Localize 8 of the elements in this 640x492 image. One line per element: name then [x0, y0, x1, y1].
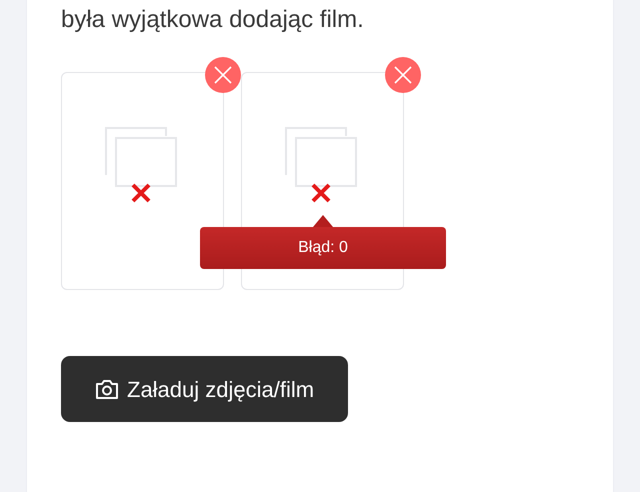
remove-button[interactable] [205, 57, 241, 93]
error-tooltip: Błąd: 0 [200, 215, 446, 269]
upload-button[interactable]: Załaduj zdjęcia/film [61, 356, 348, 422]
close-icon [214, 66, 232, 84]
camera-icon [95, 378, 119, 400]
remove-button[interactable] [385, 57, 421, 93]
close-icon [394, 66, 412, 84]
intro-text: była wyjątkowa dodając film. [61, 5, 365, 35]
